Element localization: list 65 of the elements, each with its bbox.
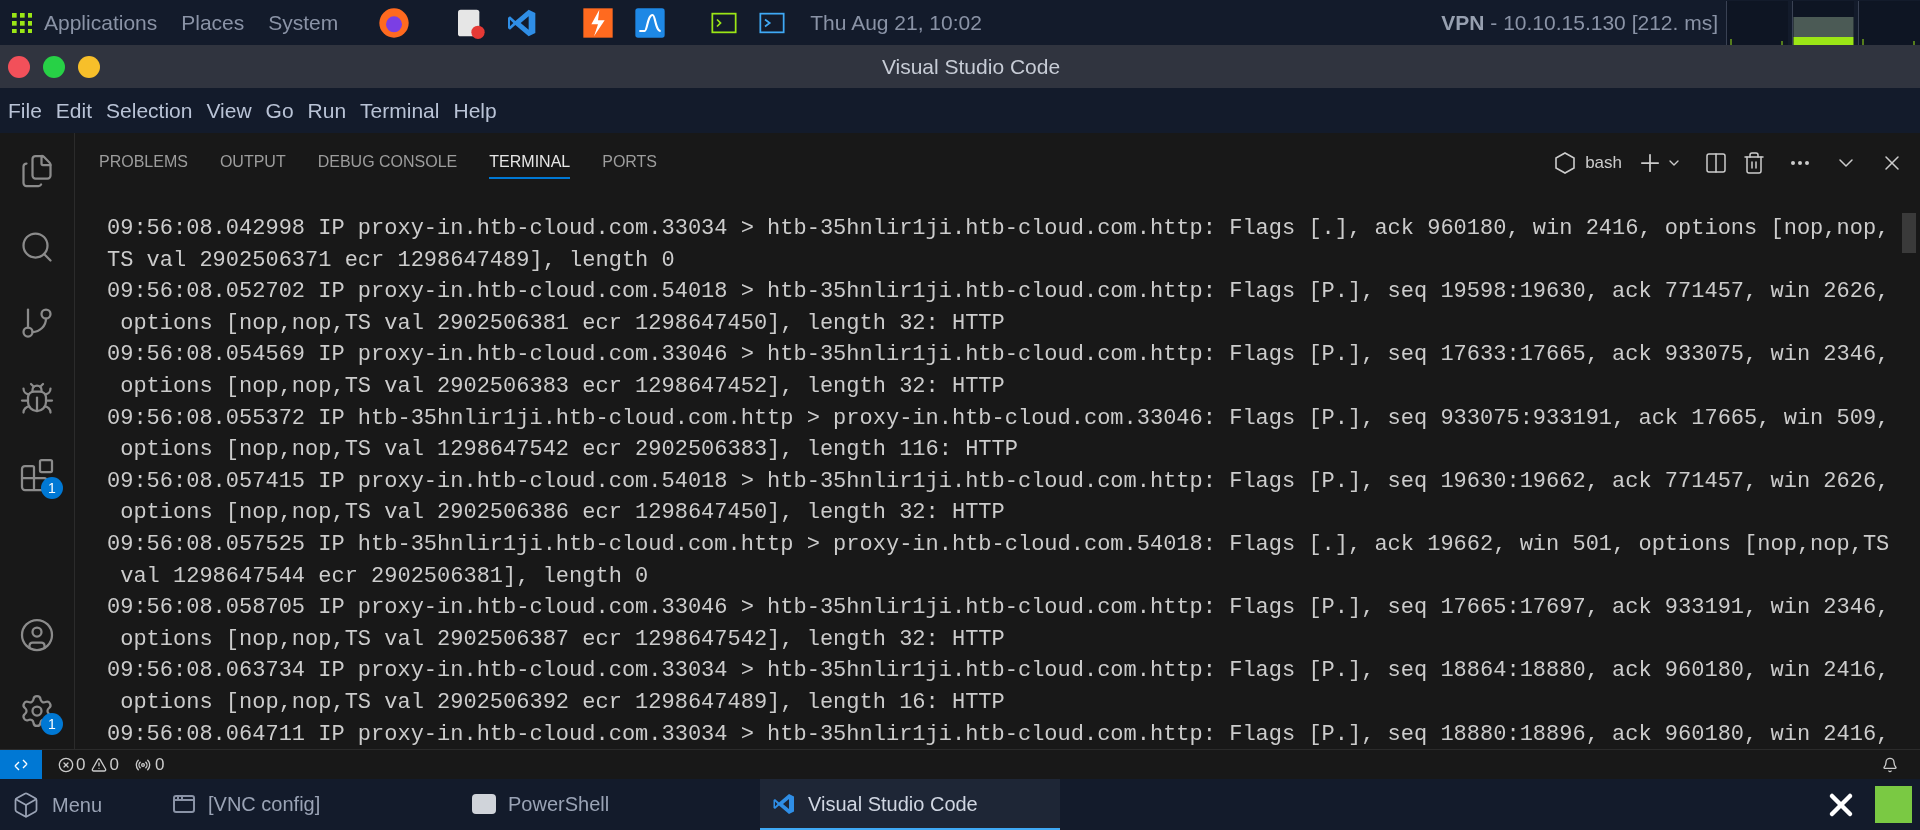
files-icon[interactable] [19, 153, 55, 189]
vpn-status: VPN - 10.10.15.130 [212. ms] [1441, 9, 1718, 36]
panel-tab[interactable]: OUTPUT [219, 147, 286, 179]
terminal-line: options [nop,nop,TS val 2902506381 ecr 1298647450], length 32: HTTP [119, 309, 1005, 338]
terminal-line: options [nop,nop,TS val 2902506392 ecr 1298647489], length 16: HTTP [119, 688, 1005, 717]
menu-item[interactable]: Edit [55, 94, 93, 127]
panel-tab[interactable]: PORTS [602, 147, 658, 179]
panel-menu[interactable]: System [268, 6, 339, 39]
split-terminal-icon[interactable] [1704, 151, 1728, 175]
terminal-line: options [nop,nop,TS val 2902506386 ecr 1298647450], length 32: HTTP [119, 499, 1005, 528]
blocks-icon[interactable] [19, 457, 55, 493]
search-icon[interactable] [19, 229, 55, 265]
bug-icon[interactable] [19, 381, 55, 417]
notification-badge: 1 [41, 477, 63, 499]
taskbar-item[interactable]: PowerShell [460, 779, 760, 830]
scrollbar-thumb [1902, 213, 1916, 253]
minimize-window-button[interactable] [78, 55, 100, 78]
menu-item[interactable]: Go [265, 94, 294, 127]
settings-icon[interactable] [19, 693, 55, 729]
panel-menu[interactable]: Places [181, 6, 245, 39]
terminal-line: 09:56:08.042998 IP proxy-in.htb-cloud.com.33034 > htb-35hnlir1ji.htb-cloud.com.http: Flags [.], ack 960180, win 2416, options [nop,nop, [107, 215, 1890, 243]
problems-indicator[interactable]: 0 0 [58, 751, 119, 778]
terminal-line: options [nop,nop,TS val 1298647542 ecr 2902506383], length 116: HTTP [119, 436, 1018, 465]
panel-tab[interactable]: PROBLEMS [99, 147, 188, 179]
ports-indicator[interactable]: 0 [134, 751, 165, 778]
window-title: Visual Studio Code [881, 53, 1062, 80]
error-icon [58, 756, 74, 773]
menu-item[interactable]: View [206, 94, 252, 127]
menu-item[interactable]: Help [453, 94, 497, 127]
terminal-line: 09:56:08.052702 IP proxy-in.htb-cloud.com.54018 > htb-35hnlir1ji.htb-cloud.com.http: Flags [P.], seq 19598:19630, ack 771457, win 2626, [107, 278, 1890, 307]
terminal-line: 09:56:08.057525 IP htb-35hnlir1ji.htb-cloud.com.http > proxy-in.htb-cloud.com.54018: Flags [.], ack 19662, win 501, options [nop,nop,TS [107, 530, 1890, 559]
panel-menu[interactable]: Applications [44, 6, 158, 39]
shell-selector[interactable]: bash [1553, 150, 1622, 176]
panel-tab[interactable]: TERMINAL [489, 147, 571, 179]
terminal-line: 09:56:08.058705 IP proxy-in.htb-cloud.com.33046 > htb-35hnlir1ji.htb-cloud.com.http: Flags [P.], seq 17665:17697, ack 933191, win 2346, [107, 594, 1890, 623]
terminal-line: 09:56:08.055372 IP htb-35hnlir1ji.htb-cloud.com.http > proxy-in.htb-cloud.com.33046: Flags [P.], seq 933075:933191, ack 17665, win 509, [107, 404, 1890, 433]
terminal-line: 09:56:08.064711 IP proxy-in.htb-cloud.com.33034 > htb-35hnlir1ji.htb-cloud.com.http: Flags [P.], seq 18880:18896, ack 960180, win 2416, [107, 720, 1890, 749]
terminal-line: options [nop,nop,TS val 2902506387 ecr 1298647542], length 32: HTTP [119, 625, 1005, 654]
menu-item[interactable]: Terminal [360, 94, 440, 127]
branch-icon[interactable] [19, 305, 55, 341]
panel-tab[interactable]: DEBUG CONSOLE [317, 147, 458, 179]
terminal-line: options [nop,nop,TS val 2902506383 ecr 1298647452], length 32: HTTP [119, 372, 1005, 401]
taskbar-item[interactable]: Visual Studio Code [760, 779, 1060, 830]
vscode-logo-icon [772, 791, 796, 816]
terminal-line: 09:56:08.054569 IP proxy-in.htb-cloud.com.33046 > htb-35hnlir1ji.htb-cloud.com.http: Flags [P.], seq 17633:17665, ack 933075, win 2346, [107, 341, 1890, 370]
maximize-window-button[interactable] [43, 55, 65, 78]
notifications-icon[interactable] [1882, 756, 1898, 773]
account-icon[interactable] [19, 617, 55, 653]
menu-item[interactable]: File [8, 94, 42, 127]
taskbar-item[interactable]: [VNC config] [160, 779, 460, 830]
terminal-line: val 1298647544 ecr 2902506381], length 0 [119, 562, 649, 591]
terminal-line: TS val 2902506371 ecr 1298647489], length 0 [107, 246, 675, 275]
warning-icon [91, 756, 108, 773]
trash-icon[interactable] [1742, 151, 1766, 175]
clock: Thu Aug 21, 10:02 [810, 9, 982, 36]
terminal-line: 09:56:08.063734 IP proxy-in.htb-cloud.com.33034 > htb-35hnlir1ji.htb-cloud.com.http: Flags [P.], seq 18864:18880, ack 960180, win 2416, [107, 657, 1890, 686]
close-window-button[interactable] [8, 55, 30, 78]
firefox-icon[interactable] [378, 6, 411, 39]
menu-item[interactable]: Run [307, 94, 347, 127]
start-menu-button[interactable]: Menu [0, 779, 160, 830]
lightning-icon[interactable] [582, 6, 615, 39]
notification-badge: 1 [41, 713, 63, 735]
terminal-line: 09:56:08.057415 IP proxy-in.htb-cloud.com.54018 > htb-35hnlir1ji.htb-cloud.com.http: Flags [P.], seq 19630:19662, ack 771457, win 2626, [107, 467, 1890, 496]
menu-item[interactable]: Selection [106, 94, 193, 127]
app-grid-icon[interactable] [12, 12, 32, 33]
